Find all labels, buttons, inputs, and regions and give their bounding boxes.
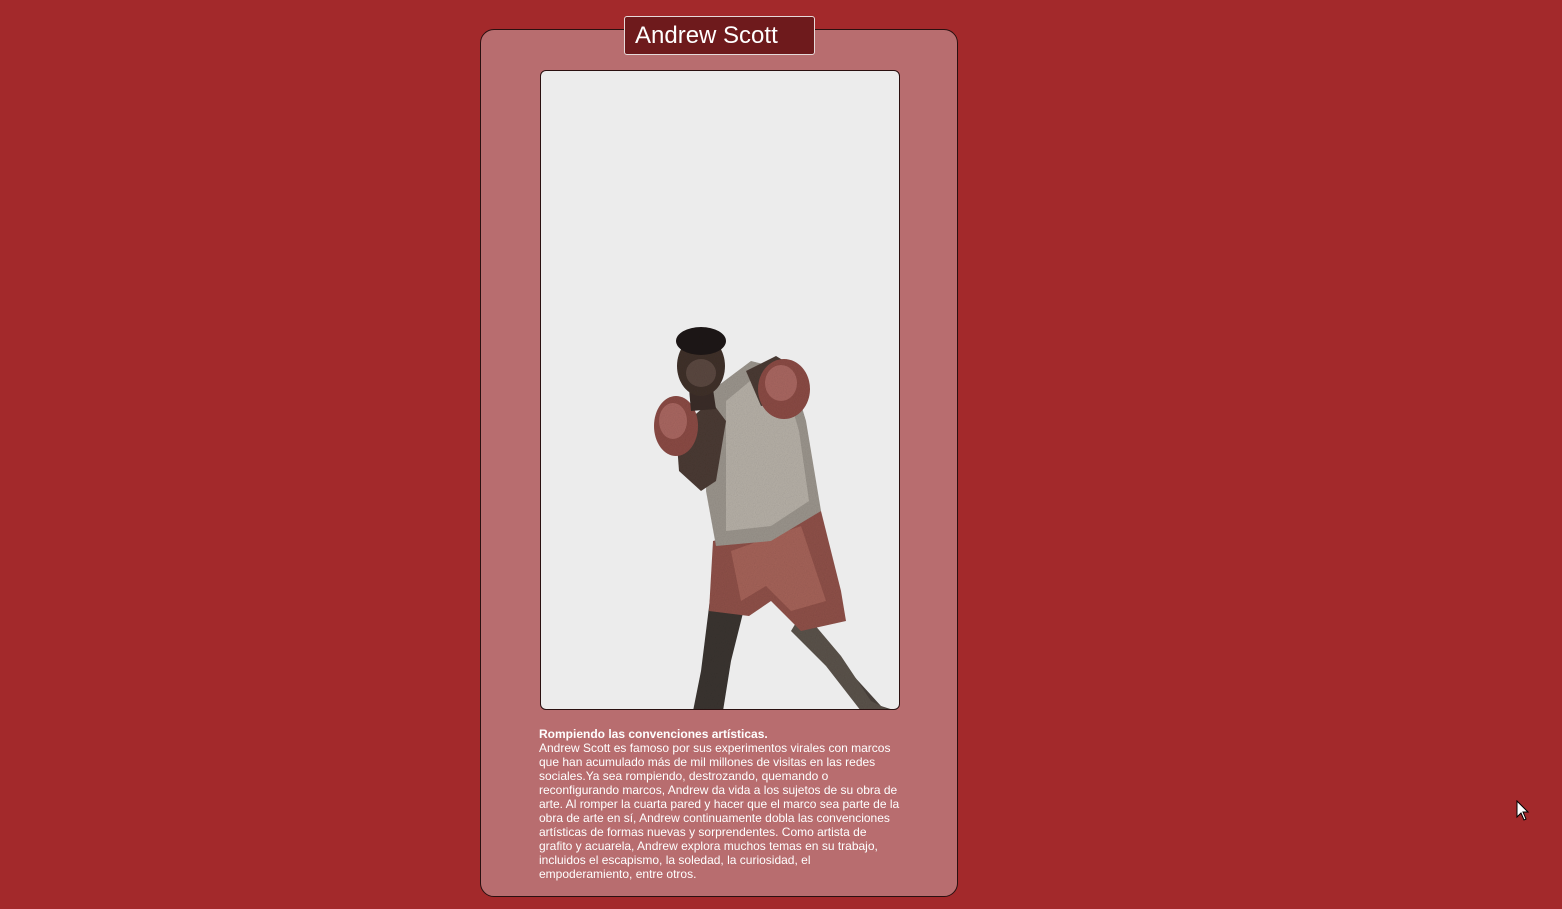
description-headline: Rompiendo las convenciones artísticas. [539, 727, 768, 741]
artist-name-title: Andrew Scott [624, 16, 815, 55]
artist-description: Rompiendo las convenciones artísticas. A… [539, 727, 903, 881]
boxer-illustration-icon [654, 327, 891, 709]
artwork-frame [540, 70, 900, 710]
description-body: Andrew Scott es famoso por sus experimen… [539, 741, 900, 881]
mouse-cursor-icon [1516, 800, 1530, 821]
